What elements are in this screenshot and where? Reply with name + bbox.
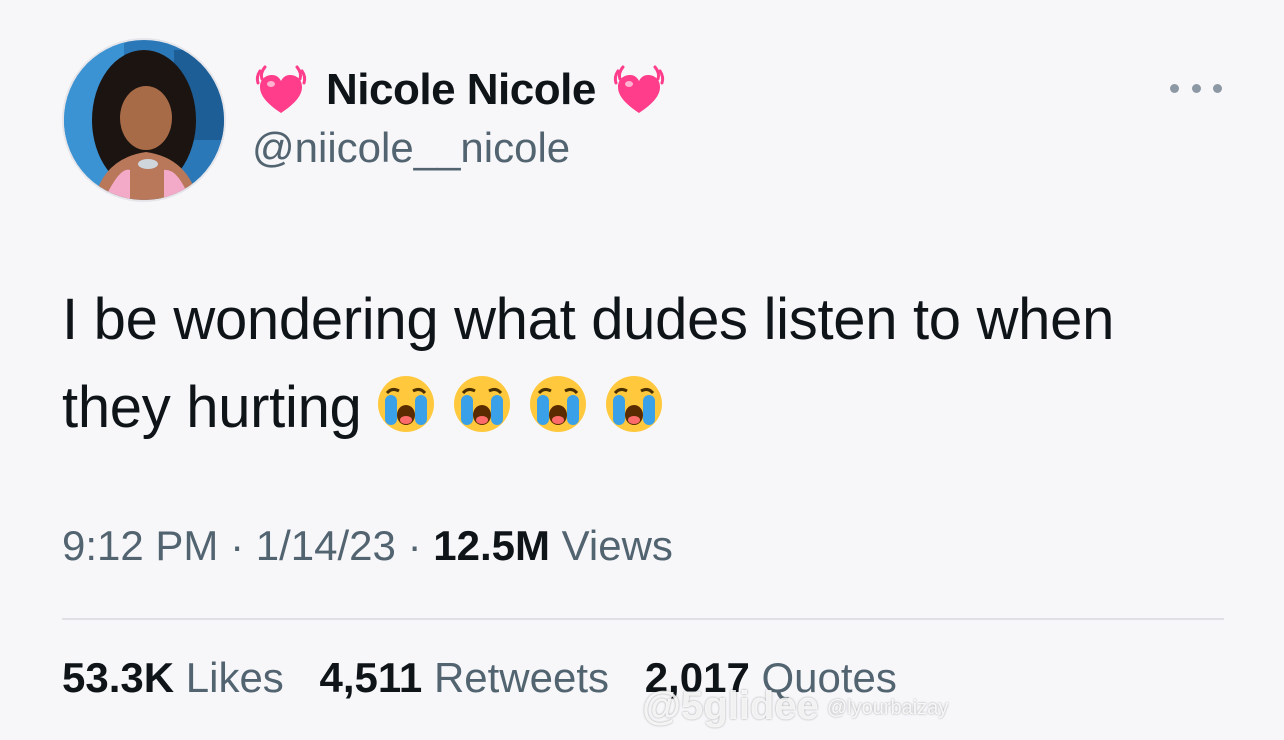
tiktok-watermark: @5glidee @lyourbaizay <box>642 684 948 729</box>
views-label: Views <box>561 522 673 569</box>
dot <box>1191 83 1201 93</box>
retweets-count: 4,511 <box>319 654 423 701</box>
avatar-image <box>64 40 224 200</box>
meta-separator: · <box>230 522 245 569</box>
views-count: 12.5M <box>433 522 550 569</box>
likes-stat[interactable]: 53.3K Likes <box>62 654 295 701</box>
watermark-sub: @lyourbaizay <box>826 696 949 719</box>
loudly-crying-face-icon <box>451 372 513 434</box>
loudly-crying-face-icon <box>527 372 589 434</box>
tweet-meta: 9:12 PM · 1/14/23 · 12.5M Views <box>62 522 673 570</box>
dot <box>1170 83 1179 93</box>
loudly-crying-face-icon <box>375 372 437 434</box>
more-options-icon[interactable] <box>1170 74 1222 102</box>
retweets-label: Retweets <box>433 654 610 701</box>
tweet-time[interactable]: 9:12 PM <box>62 522 218 569</box>
beating-heart-icon <box>252 61 310 119</box>
watermark-main: @5glidee <box>642 684 819 728</box>
likes-label: Likes <box>185 654 284 701</box>
author-name-row: Nicole Nicole <box>252 60 668 120</box>
author-display-name[interactable]: Nicole Nicole <box>326 65 596 115</box>
avatar[interactable] <box>62 38 226 202</box>
tweet-date[interactable]: 1/14/23 <box>256 522 396 569</box>
beating-heart-icon <box>610 61 668 119</box>
meta-separator: · <box>407 522 422 569</box>
tweet-text: I be wondering what dudes listen to when… <box>62 276 1202 452</box>
likes-count: 53.3K <box>62 654 175 701</box>
dot <box>1213 83 1222 93</box>
loudly-crying-face-icon <box>603 372 665 434</box>
divider <box>62 618 1224 620</box>
author-handle[interactable]: @niicole__nicole <box>252 124 570 172</box>
retweets-stat[interactable]: 4,511 Retweets <box>319 654 620 701</box>
